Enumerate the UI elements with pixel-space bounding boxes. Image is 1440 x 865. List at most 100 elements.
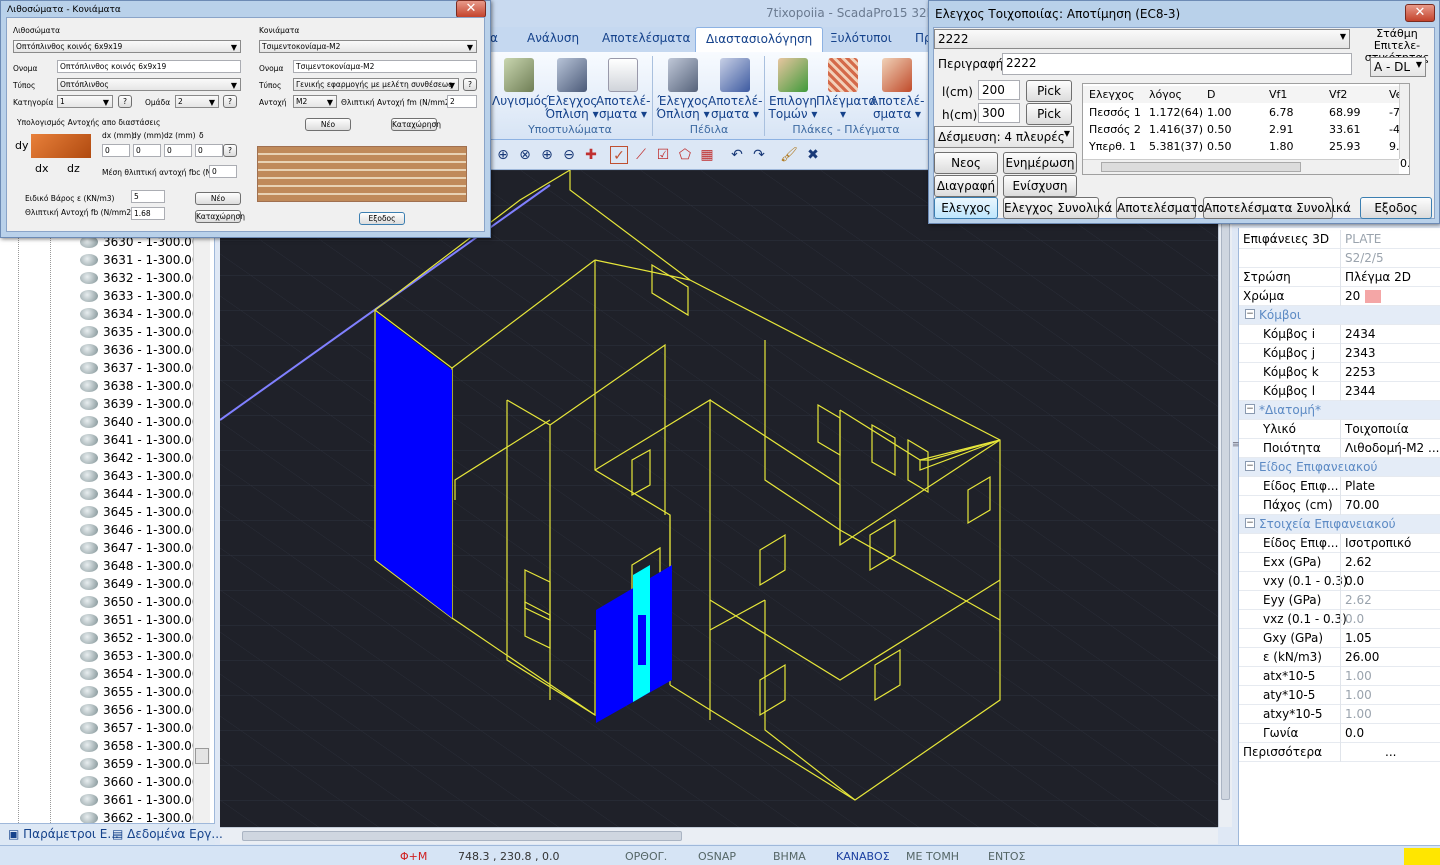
zoom-window-icon[interactable]: ⊗: [516, 146, 534, 164]
property-row[interactable]: atxy*10-5 1.00: [1239, 705, 1440, 724]
mortar-new-button[interactable]: Νέο: [305, 118, 351, 131]
name-field[interactable]: Οπτόπλινθος κοινός 6x9x19: [57, 60, 241, 73]
collapse-icon[interactable]: −: [1245, 404, 1255, 414]
tree-item[interactable]: 3645 - 1-300.00: [80, 503, 199, 521]
property-category[interactable]: − Στοιχεία Επιφανειακού: [1239, 515, 1440, 534]
model-canvas[interactable]: [220, 170, 1218, 827]
unit-new-button[interactable]: Νέο: [195, 192, 241, 205]
mortar-type-select[interactable]: Γενικής εφαρμογής με μελέτη συνθέσεως ▼: [293, 78, 459, 91]
results-all-button[interactable]: Αποτελέσματα Συνολικά: [1203, 197, 1351, 219]
property-row[interactable]: Eyy (GPa) 2.62: [1239, 591, 1440, 610]
dz-field[interactable]: 0: [164, 144, 192, 157]
property-value[interactable]: 2253: [1345, 365, 1376, 379]
new-button[interactable]: Νεος: [934, 152, 998, 174]
property-value[interactable]: 1.00: [1345, 669, 1372, 683]
masonry-close-button[interactable]: ✕: [456, 0, 486, 18]
group-help-button[interactable]: ?: [223, 95, 237, 108]
tree-item[interactable]: 3637 - 1-300.00: [80, 359, 199, 377]
zoom-previous-icon[interactable]: ✚: [582, 146, 600, 164]
property-value[interactable]: 2343: [1345, 346, 1376, 360]
tree-item[interactable]: 3653 - 1-300.00: [80, 647, 199, 665]
table-row[interactable]: Υπερθ. 15.381(37)0.501.8025.939.69: [1083, 138, 1409, 155]
property-value[interactable]: 0.0: [1345, 612, 1364, 626]
property-category[interactable]: − Είδος Επιφανειακού: [1239, 458, 1440, 477]
property-row[interactable]: Κόμβος k 2253: [1239, 363, 1440, 382]
property-value[interactable]: 0.0: [1345, 726, 1364, 740]
results-table[interactable]: Ελεγχος λόγος D Vf1 Vf2 Ved Πεσσός 1 1.17…: [1082, 83, 1410, 175]
property-row[interactable]: aty*10-5 1.00: [1239, 686, 1440, 705]
property-value[interactable]: Plate: [1345, 479, 1375, 493]
tree-item[interactable]: 3634 - 1-300.00: [80, 305, 199, 323]
property-value[interactable]: 2344: [1345, 384, 1376, 398]
brush-icon[interactable]: 🖌: [780, 146, 798, 164]
undo-icon[interactable]: ↶: [728, 146, 746, 164]
property-row[interactable]: Gxy (GPa) 1.05: [1239, 629, 1440, 648]
buckling-button[interactable]: Λυγισμός: [492, 56, 548, 126]
property-row[interactable]: Επιφάνειες 3D PLATE: [1239, 230, 1440, 249]
unit-select[interactable]: Οπτόπλινθος κοινός 6x9x19 ▼: [13, 40, 241, 53]
property-row[interactable]: Υλικό Τοιχοποιία: [1239, 420, 1440, 439]
tree-item[interactable]: 3635 - 1-300.00: [80, 323, 199, 341]
tree-item[interactable]: 3654 - 1-300.00: [80, 665, 199, 683]
meshes-button[interactable]: Πλέγματα ▾: [816, 56, 876, 126]
dx-field[interactable]: 0: [102, 144, 130, 157]
tree-item[interactable]: 3652 - 1-300.00: [80, 629, 199, 647]
property-value[interactable]: Πλέγμα 2D: [1345, 270, 1411, 284]
tree-item[interactable]: 3632 - 1-300.00: [80, 269, 199, 287]
tree-item[interactable]: 3631 - 1-300.00: [80, 251, 199, 269]
group-select[interactable]: 2 ▼: [175, 95, 219, 108]
tree-item[interactable]: 3659 - 1-300.00: [80, 755, 199, 773]
tree-item[interactable]: 3656 - 1-300.00: [80, 701, 199, 719]
tree-item[interactable]: 3651 - 1-300.00: [80, 611, 199, 629]
select-grid-icon[interactable]: ▦: [698, 146, 716, 164]
tree-item[interactable]: 3641 - 1-300.00: [80, 431, 199, 449]
comp-strength-field[interactable]: 1.68: [131, 207, 165, 220]
tab-analysis[interactable]: Ανάλυση: [527, 31, 579, 45]
property-row[interactable]: Κόμβος l 2344: [1239, 382, 1440, 401]
property-value[interactable]: 2.62: [1345, 555, 1372, 569]
scroll-thumb[interactable]: [1101, 162, 1301, 172]
delete-x-icon[interactable]: ✖: [804, 146, 822, 164]
property-value[interactable]: 0.0: [1345, 574, 1364, 588]
tree-item[interactable]: 3655 - 1-300.00: [80, 683, 199, 701]
property-category[interactable]: − Κόμβοι: [1239, 306, 1440, 325]
mortar-save-button[interactable]: Καταχώρηση: [391, 118, 441, 131]
property-row[interactable]: Στρώση Πλέγμα 2D: [1239, 268, 1440, 287]
redo-icon[interactable]: ↷: [750, 146, 768, 164]
scroll-thumb[interactable]: [242, 831, 682, 841]
property-value[interactable]: Λιθοδομή-Μ2 ...: [1345, 441, 1439, 455]
category-help-button[interactable]: ?: [118, 95, 132, 108]
property-row[interactable]: Κόμβος j 2343: [1239, 344, 1440, 363]
scroll-thumb[interactable]: [195, 748, 209, 764]
category-select[interactable]: 1 ▼: [57, 95, 113, 108]
property-row[interactable]: Exx (GPa) 2.62: [1239, 553, 1440, 572]
property-value[interactable]: PLATE: [1345, 232, 1381, 246]
tab-design[interactable]: Διαστασιολόγηση: [695, 27, 824, 52]
table-vertical-scrollbar[interactable]: [1399, 84, 1409, 159]
status-phi[interactable]: Φ+Μ: [400, 850, 427, 863]
tab-partial[interactable]: α: [490, 31, 498, 45]
status-ortho[interactable]: ΟΡΘΟΓ.: [625, 850, 667, 863]
scroll-thumb[interactable]: [1221, 220, 1230, 800]
masonry-exit-button[interactable]: Εξοδος: [359, 212, 405, 225]
strengthen-button[interactable]: Ενίσχυση: [1003, 175, 1077, 197]
property-category[interactable]: − *Διατομή*: [1239, 401, 1440, 420]
property-row[interactable]: Είδος Επιφ... Plate: [1239, 477, 1440, 496]
slab-results-button[interactable]: Αποτελέ-σματα ▾: [870, 56, 924, 126]
tree-item[interactable]: 3658 - 1-300.00: [80, 737, 199, 755]
description-field[interactable]: 2222: [1002, 53, 1352, 75]
property-value[interactable]: 2434: [1345, 327, 1376, 341]
check-button[interactable]: Ελεγχος: [934, 197, 998, 219]
mortar-select[interactable]: Τσιμεντοκονίαμα-Μ2 ▼: [259, 40, 477, 53]
panel-splitter[interactable]: ≡: [1232, 140, 1240, 845]
column-results-button[interactable]: Αποτελέ-σματα ▾: [596, 56, 650, 126]
check-all-button[interactable]: Ελεγχος Συνολικά: [1003, 197, 1112, 219]
wall-exit-button[interactable]: Εξοδος: [1360, 197, 1432, 219]
collapse-icon[interactable]: −: [1245, 461, 1255, 471]
mortar-name-field[interactable]: Τσιμεντοκονίαμα-Μ2: [293, 60, 477, 73]
dy-field[interactable]: 0: [133, 144, 161, 157]
update-button[interactable]: Ενημέρωση: [1003, 152, 1077, 174]
zoom-in-icon[interactable]: ⊕: [538, 146, 556, 164]
tab-formwork[interactable]: Ξυλότυποι: [830, 31, 892, 45]
support-select[interactable]: Δέσμευση: 4 πλευρές ▼: [934, 126, 1074, 148]
